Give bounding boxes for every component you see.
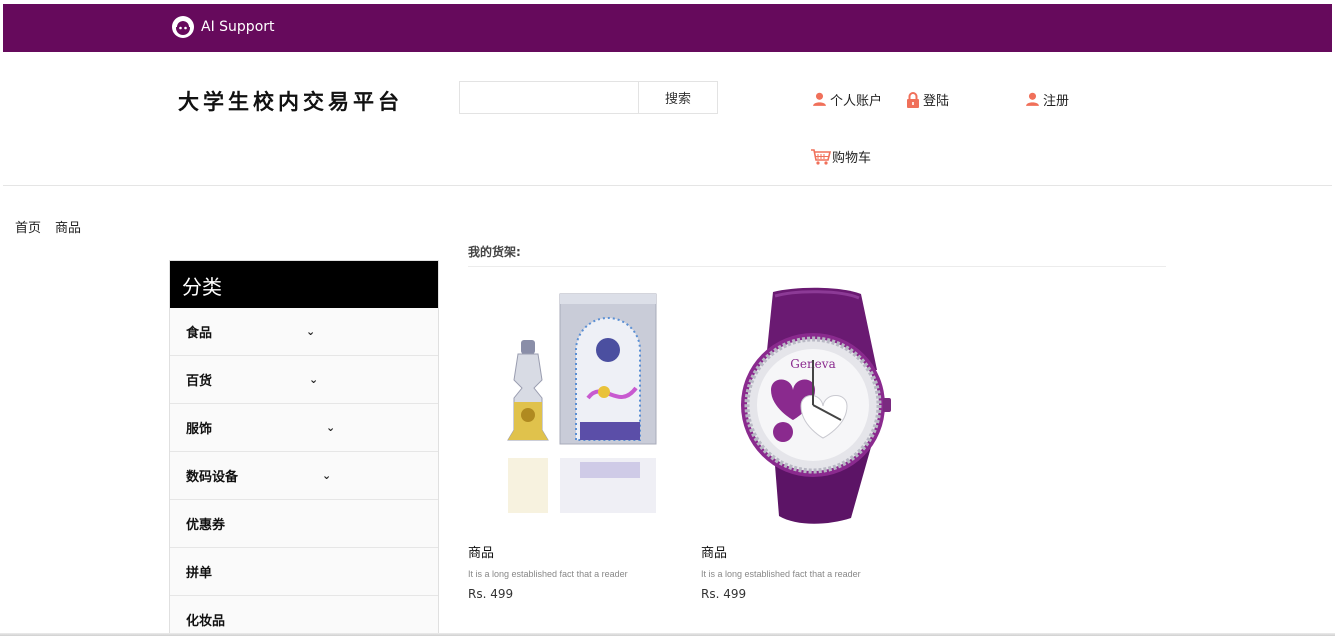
product-description: It is a long established fact that a rea… [701, 569, 861, 579]
breadcrumb: 首页 商品 [15, 217, 81, 236]
category-title: 分类 [170, 261, 438, 308]
category-label: 数码设备 [186, 470, 239, 485]
product-name[interactable]: 商品 [468, 542, 688, 561]
headset-icon [172, 16, 194, 38]
site-title[interactable]: 大学生校内交易平台 [178, 86, 403, 116]
category-label: 拼单 [186, 566, 213, 581]
chevron-down-icon[interactable]: ⌄ [322, 469, 331, 482]
shelf-title: 我的货架: [468, 245, 521, 259]
login-label: 登陆 [923, 94, 950, 109]
category-label: 化妆品 [186, 614, 226, 629]
category-item-food[interactable]: 食品 ⌄ [170, 308, 438, 356]
breadcrumb-products[interactable]: 商品 [55, 217, 81, 236]
shelf-divider [468, 266, 1166, 267]
product-card[interactable]: Geneva 商品 It is a long established fact … [701, 280, 921, 601]
category-label: 服饰 [186, 422, 213, 437]
product-price: Rs. 499 [468, 587, 514, 601]
category-sidebar: 分类 食品 ⌄ 百货 ⌄ 服饰 ⌄ 数码设备 ⌄ 优惠券 拼单 化妆品 [169, 260, 439, 636]
user-icon [1026, 92, 1039, 106]
top-bar: AI Support [3, 4, 1332, 52]
chevron-down-icon[interactable]: ⌄ [306, 325, 315, 338]
category-item-group-buy[interactable]: 拼单 [170, 548, 438, 596]
search-input[interactable] [460, 82, 639, 113]
shopping-cart-icon [811, 148, 832, 165]
purple-watch-image[interactable]: Geneva [701, 280, 901, 530]
account-label: 个人账户 [830, 94, 883, 109]
login-link[interactable]: 登陆 [906, 90, 949, 109]
cart-link[interactable]: 购物车 [810, 147, 871, 166]
product-name[interactable]: 商品 [701, 542, 921, 561]
ai-support-link[interactable]: AI Support [171, 15, 275, 39]
perfume-bottle-image[interactable] [468, 280, 668, 530]
search-button[interactable]: 搜索 [639, 82, 717, 113]
register-label: 注册 [1043, 94, 1070, 109]
breadcrumb-home[interactable]: 首页 [15, 217, 41, 236]
category-label: 食品 [186, 326, 213, 341]
chevron-down-icon[interactable]: ⌄ [309, 373, 318, 386]
product-description: It is a long established fact that a rea… [468, 569, 628, 579]
user-icon [813, 92, 826, 106]
category-item-coupons[interactable]: 优惠券 [170, 500, 438, 548]
search-bar: 搜索 [459, 81, 718, 114]
product-card[interactable]: 商品 It is a long established fact that a … [468, 280, 688, 601]
category-item-digital-devices[interactable]: 数码设备 ⌄ [170, 452, 438, 500]
chevron-down-icon[interactable]: ⌄ [326, 421, 335, 434]
category-item-general-goods[interactable]: 百货 ⌄ [170, 356, 438, 404]
category-item-cosmetics[interactable]: 化妆品 [170, 596, 438, 635]
cart-label: 购物车 [832, 151, 872, 166]
category-label: 百货 [186, 374, 213, 389]
register-link[interactable]: 注册 [1025, 90, 1069, 109]
lock-icon [907, 91, 919, 108]
product-price: Rs. 499 [701, 587, 747, 601]
header-divider [3, 185, 1332, 186]
ai-support-label: AI Support [201, 19, 275, 35]
category-item-apparel[interactable]: 服饰 ⌄ [170, 404, 438, 452]
category-label: 优惠券 [186, 518, 226, 533]
account-link[interactable]: 个人账户 [812, 90, 882, 109]
